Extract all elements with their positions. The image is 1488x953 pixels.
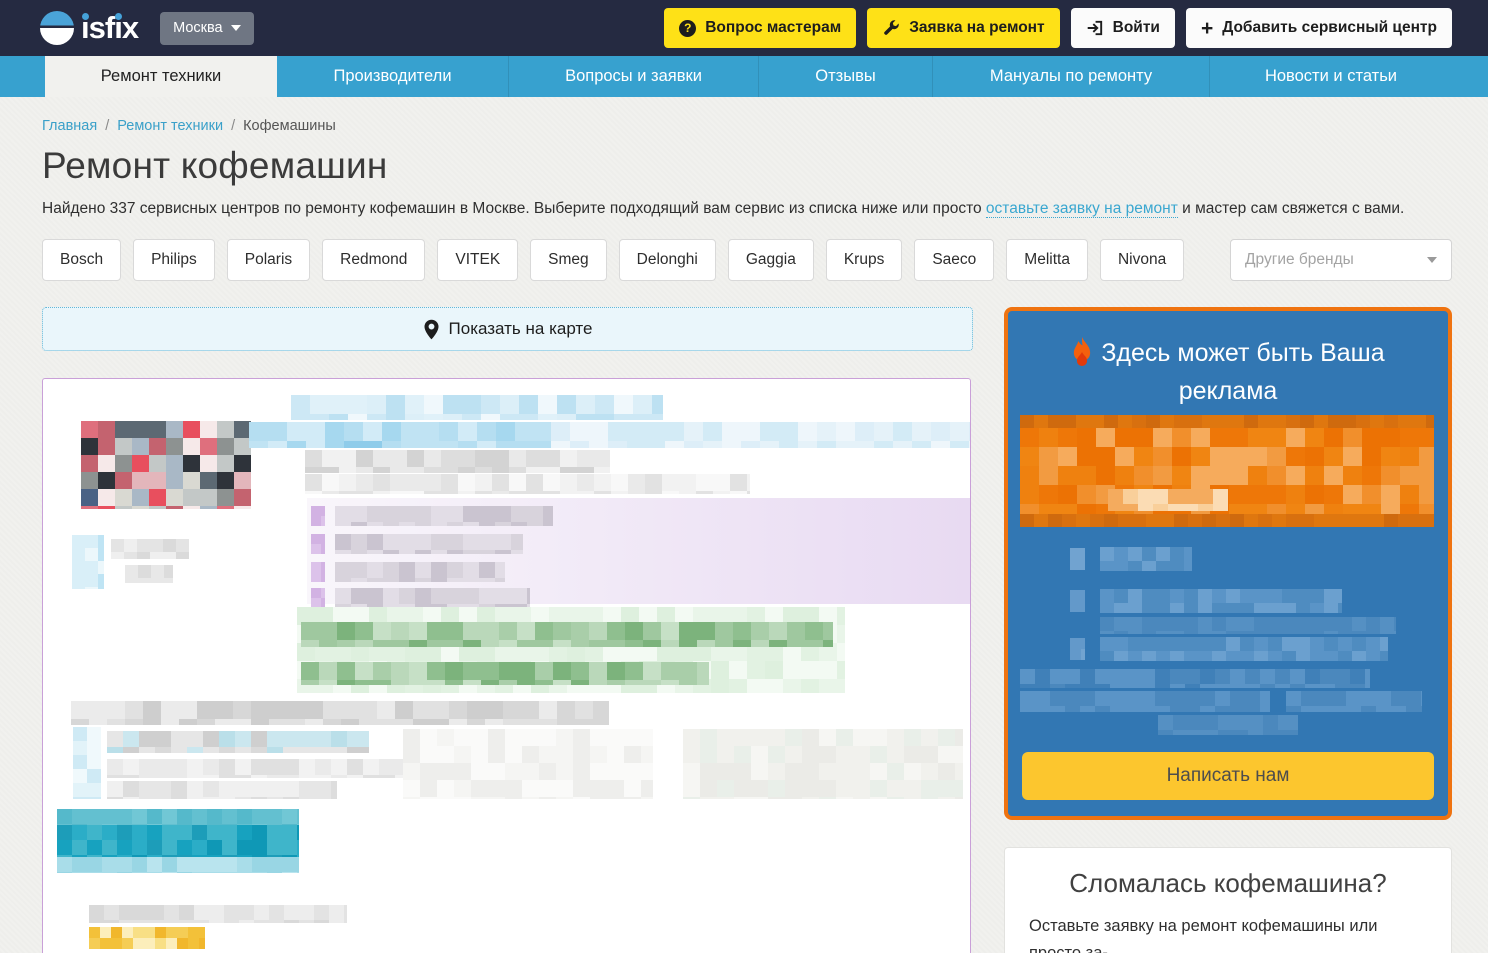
brand-button-krups[interactable]: Krups (826, 239, 903, 281)
breadcrumb-repair[interactable]: Ремонт техники (117, 118, 223, 134)
brand-button-bosch[interactable]: Bosch (42, 239, 121, 281)
brand-button-saeco[interactable]: Saeco (914, 239, 994, 281)
tab-manuals[interactable]: Мануалы по ремонту (932, 56, 1209, 97)
brand-button-delonghi[interactable]: Delonghi (619, 239, 716, 281)
brand-button-vitek[interactable]: VITEK (437, 239, 518, 281)
left-column: Показать на карте (42, 307, 973, 953)
breadcrumb-separator: / (105, 118, 109, 134)
button-label: Войти (1113, 19, 1160, 37)
main-tabbar: Ремонт техники Производители Вопросы и з… (0, 56, 1488, 97)
redacted-listing-content (43, 379, 970, 953)
question-icon: ? (679, 20, 696, 37)
city-label: Москва (173, 20, 223, 36)
right-sidebar: Здесь может быть Ваша реклама Написать н… (1004, 307, 1452, 953)
intro-text: Найдено 337 сервисных центров по ремонту… (42, 200, 1452, 218)
top-navbar: ısfıx Москва ? Вопрос мастерам Заявка на… (0, 0, 1488, 56)
tab-reviews[interactable]: Отзывы (758, 56, 932, 97)
tabbar-spacer (0, 56, 45, 97)
brand-button-redmond[interactable]: Redmond (322, 239, 425, 281)
brand-button-gaggia[interactable]: Gaggia (728, 239, 814, 281)
question-card-line: Оставьте заявку на ремонт кофемашины или… (1029, 913, 1427, 953)
add-service-center-button[interactable]: + Добавить сервисный центр (1186, 8, 1452, 48)
intro-after: и мастер сам свяжется с вами. (1178, 200, 1405, 217)
tab-questions[interactable]: Вопросы и заявки (508, 56, 758, 97)
chevron-down-icon (1427, 257, 1437, 263)
question-card-text: Оставьте заявку на ремонт кофемашины или… (1029, 913, 1427, 953)
brand-filter-row: Bosch Philips Polaris Redmond VITEK Smeg… (42, 239, 1452, 281)
city-selector[interactable]: Москва (160, 12, 254, 45)
brand-button-smeg[interactable]: Smeg (530, 239, 607, 281)
wrench-icon (882, 19, 900, 37)
brand-button-nivona[interactable]: Nivona (1100, 239, 1184, 281)
button-label: Вопрос мастерам (705, 19, 841, 37)
chevron-down-icon (231, 25, 241, 31)
tab-manufacturers[interactable]: Производители (277, 56, 508, 97)
logo[interactable]: ısfıx (40, 10, 138, 46)
advert-title: Здесь может быть Ваша реклама (1008, 337, 1448, 407)
other-brands-dropdown[interactable]: Другие бренды (1230, 239, 1452, 281)
repair-request-button[interactable]: Заявка на ремонт (867, 8, 1059, 48)
breadcrumb-current: Кофемашины (243, 118, 336, 134)
page-container: Главная / Ремонт техники / Кофемашины Ре… (0, 97, 1488, 953)
navbar-actions: ? Вопрос мастерам Заявка на ремонт Войти… (664, 8, 1452, 48)
breadcrumb-home[interactable]: Главная (42, 118, 97, 134)
service-listing-card[interactable] (42, 378, 971, 953)
question-card-title: Сломалась кофемашина? (1029, 868, 1427, 899)
page-title: Ремонт кофемашин (42, 145, 1452, 187)
logo-char: x (122, 10, 138, 46)
button-label: Добавить сервисный центр (1222, 19, 1437, 37)
logo-icon (40, 11, 74, 45)
breadcrumb-separator: / (231, 118, 235, 134)
logo-char: ı (114, 10, 122, 46)
show-on-map-button[interactable]: Показать на карте (42, 307, 973, 351)
leave-request-link[interactable]: оставьте заявку на ремонт (986, 200, 1178, 218)
tab-repair[interactable]: Ремонт техники (45, 56, 277, 97)
flame-icon (1071, 337, 1093, 375)
brand-button-polaris[interactable]: Polaris (227, 239, 310, 281)
ask-masters-button[interactable]: ? Вопрос мастерам (664, 8, 856, 48)
dropdown-placeholder: Другие бренды (1245, 251, 1354, 269)
login-button[interactable]: Войти (1071, 8, 1175, 48)
button-label: Заявка на ремонт (909, 19, 1044, 37)
write-to-us-button[interactable]: Написать нам (1022, 752, 1434, 800)
broken-coffeemachine-card: Сломалась кофемашина? Оставьте заявку на… (1004, 847, 1452, 953)
logo-char: sf (89, 10, 115, 46)
logo-char: ı (81, 10, 89, 46)
brand-button-melitta[interactable]: Melitta (1006, 239, 1088, 281)
login-icon (1086, 19, 1104, 37)
tab-news[interactable]: Новости и статьи (1209, 56, 1452, 97)
brand-button-philips[interactable]: Philips (133, 239, 215, 281)
tabbar-spacer (1452, 56, 1488, 97)
breadcrumb: Главная / Ремонт техники / Кофемашины (42, 118, 1452, 134)
map-button-label: Показать на карте (449, 319, 593, 339)
intro-before: Найдено 337 сервисных центров по ремонту… (42, 200, 986, 217)
logo-text: ısfıx (81, 10, 138, 46)
advert-title-line1: Здесь может быть Ваша (1101, 339, 1384, 367)
plus-icon: + (1201, 18, 1213, 39)
map-pin-icon (423, 319, 440, 340)
advert-block[interactable]: Здесь может быть Ваша реклама Написать н… (1004, 307, 1452, 820)
advert-title-line2: реклама (1179, 377, 1278, 405)
content-columns: Показать на карте Здесь может быть Ваша … (42, 307, 1452, 953)
